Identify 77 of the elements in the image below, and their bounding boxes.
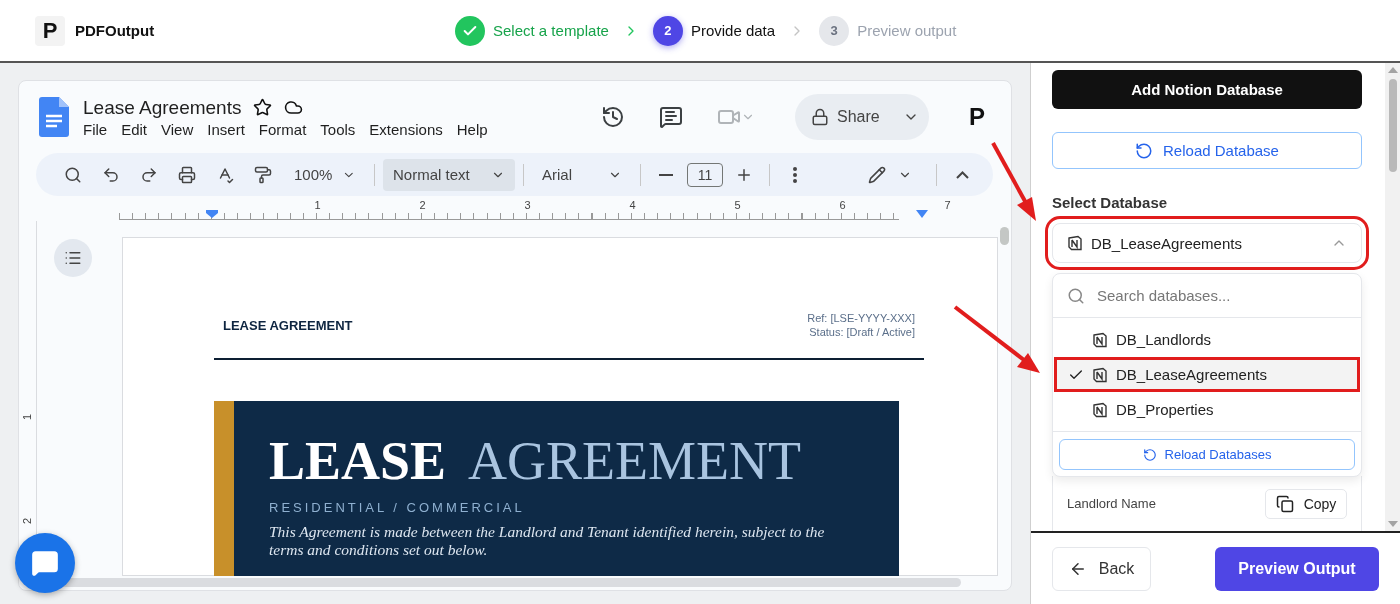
field-label: Landlord Name [1067, 496, 1156, 512]
header-title: LEASE AGREEMENT [223, 317, 353, 333]
add-database-button[interactable]: Add Notion Database [1052, 70, 1362, 110]
menu-item[interactable]: Edit [121, 120, 148, 138]
step-label: Preview output [857, 22, 957, 39]
scrollbar-thumb[interactable] [1000, 227, 1009, 245]
ruler-number: 2 [418, 199, 427, 211]
account-avatar[interactable]: P [969, 103, 985, 131]
pencil-icon [868, 165, 886, 184]
back-button[interactable]: Back [1052, 546, 1151, 591]
dropdown-option[interactable]: DB_LeaseAgreements [1054, 357, 1360, 393]
more-icon [793, 166, 797, 183]
list-icon [64, 249, 82, 267]
zoom-dropdown[interactable]: 100% [284, 158, 366, 191]
minus-icon [659, 173, 673, 176]
step-label: Provide data [690, 22, 776, 39]
status-text: Status: [Draft / Active] [809, 326, 915, 338]
menu-item[interactable]: View [161, 120, 194, 138]
step-number: 3 [819, 15, 850, 46]
ruler-number: 5 [733, 199, 742, 211]
scrollbar-thumb[interactable] [1388, 79, 1397, 172]
banner-title: LEASE AGREEMENT [269, 433, 803, 490]
preview-button[interactable]: Preview Output [1215, 546, 1379, 591]
field-label: Select Database [1052, 194, 1169, 212]
document-title: Lease Agreements [83, 96, 242, 119]
style-dropdown[interactable]: Normal text [383, 158, 515, 191]
reload-button[interactable]: Reload Databases [1059, 439, 1355, 471]
page-icon [1092, 331, 1108, 348]
redo-icon [140, 165, 158, 184]
indent-marker[interactable] [205, 209, 219, 219]
ruler-number: 6 [838, 199, 847, 211]
ruler-number: 4 [628, 199, 637, 211]
ruler-number: 1 [313, 199, 322, 211]
document-icon [39, 97, 69, 137]
step-label: Select a template [493, 22, 609, 39]
app-logo: P [35, 15, 65, 46]
banner-subtitle: RESIDENTIAL / COMMERCIAL [269, 499, 526, 515]
reference-text: Ref: [LSE-YYYY-XXX] [807, 312, 915, 324]
star-icon [253, 98, 273, 117]
reload-button[interactable]: Reload Database [1052, 132, 1362, 170]
search-icon [1067, 286, 1085, 305]
reload-icon [1135, 141, 1154, 160]
indent-marker[interactable] [915, 209, 929, 219]
page-icon [1092, 401, 1108, 418]
font-size-field[interactable]: 11 [687, 162, 723, 187]
page-icon [1067, 235, 1083, 252]
font-dropdown[interactable]: Arial [532, 158, 632, 191]
search-field[interactable]: Search databases... [1095, 286, 1347, 306]
reload-icon [1142, 447, 1157, 462]
copy-icon [1275, 494, 1294, 513]
outline-button[interactable] [54, 239, 92, 277]
history-icon [601, 105, 625, 129]
search-icon [64, 165, 82, 184]
ruler-number: 2 [21, 517, 34, 525]
undo-icon [102, 165, 120, 184]
copy-button[interactable]: Copy [1265, 488, 1347, 519]
app-name: PDFOutput [75, 22, 155, 39]
menu-item[interactable]: File [83, 120, 108, 138]
menu-item[interactable]: Help [456, 120, 488, 138]
menu-item[interactable]: Tools [320, 120, 356, 138]
step-number: 2 [652, 15, 683, 46]
banner-description: This Agreement is made between the Landlord and Tenant identified herein, subject to the terms and conditions set out below. [269, 522, 826, 559]
page-icon [1092, 366, 1108, 383]
share-button[interactable]: Share [795, 94, 929, 140]
chevron-up-icon [955, 170, 969, 179]
cloud-icon [284, 98, 304, 117]
comment-icon [659, 105, 683, 129]
menu-item[interactable]: Format [258, 120, 307, 138]
lock-icon [811, 108, 829, 126]
ruler-number: 3 [523, 199, 532, 211]
menu-item[interactable]: Insert [207, 120, 245, 138]
ruler-number: 7 [943, 199, 952, 211]
paint-roller-icon [254, 165, 272, 184]
printer-icon [178, 165, 196, 184]
menu-item[interactable]: Extensions [369, 120, 443, 138]
ruler-number: 1 [21, 413, 34, 421]
chat-icon [31, 549, 59, 577]
